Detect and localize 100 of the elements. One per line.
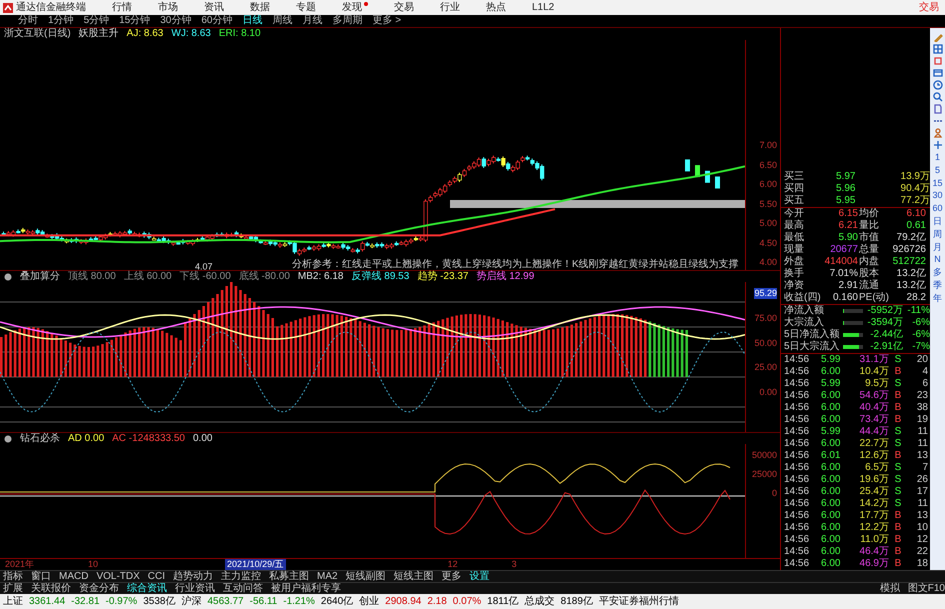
menu-item[interactable]: 行业 <box>440 2 460 14</box>
status-text: 上证 <box>3 596 23 608</box>
period-shortcut[interactable]: 1 <box>934 152 940 163</box>
period-tab[interactable]: 周线 <box>272 15 292 27</box>
menu-item[interactable]: 发现 <box>342 2 368 14</box>
person-icon[interactable] <box>932 128 942 138</box>
indicator-tab[interactable]: 私募主图 <box>269 570 310 582</box>
window-icon[interactable] <box>932 68 942 78</box>
period-shortcut[interactable]: 日 <box>933 216 942 227</box>
clock-icon[interactable] <box>932 80 942 90</box>
period-tab[interactable]: 5分钟 <box>84 15 110 27</box>
period-shortcut[interactable]: 年 <box>933 292 942 304</box>
tick-side: S <box>894 354 902 366</box>
tick-side: S <box>894 498 902 510</box>
menu-item[interactable]: 数据 <box>250 2 270 14</box>
period-shortcut[interactable]: 30 <box>932 190 942 202</box>
tick-price: 6.00 <box>821 546 842 558</box>
square-icon[interactable] <box>932 56 942 66</box>
move-icon[interactable] <box>932 140 942 150</box>
period-tab[interactable]: 15分钟 <box>119 15 150 27</box>
date-label: 2021年 <box>4 559 36 570</box>
tick-time: 14:56 <box>783 378 810 390</box>
grid-icon[interactable] <box>932 44 942 54</box>
indicator-tab[interactable]: 短线副图 <box>346 570 386 582</box>
tick-count: 19 <box>916 414 929 426</box>
indicator-tab[interactable]: MACD <box>59 570 88 582</box>
tick-time: 14:56 <box>783 426 810 438</box>
info-tab[interactable]: 综合资讯 <box>127 582 167 594</box>
indicator-tab[interactable]: 指标 <box>3 570 23 582</box>
menu-item[interactable]: 资讯 <box>204 2 224 14</box>
period-shortcut[interactable]: 5 <box>934 164 940 176</box>
stat-value: 414004 <box>824 256 859 268</box>
candlestick <box>685 159 690 172</box>
axis-label: 5.50 <box>759 198 777 210</box>
status-text: 8189亿 <box>560 596 593 608</box>
bid-label: 买五 <box>783 195 805 207</box>
menu-item[interactable]: 热点 <box>486 2 506 14</box>
tick-time: 14:56 <box>783 498 810 510</box>
indicator-tab[interactable]: 短线主图 <box>394 570 434 582</box>
search-icon[interactable] <box>932 92 942 102</box>
period-tab[interactable]: 月线 <box>302 15 322 27</box>
indicator-tab[interactable]: 设置 <box>470 570 490 582</box>
period-tab[interactable]: 60分钟 <box>201 15 232 27</box>
flow-value: -3594万 <box>866 317 903 329</box>
indicator-value: 下线 -60.00 <box>180 270 231 282</box>
indicator-tab[interactable]: 更多 <box>442 570 462 582</box>
menu-item[interactable]: L1L2 <box>532 2 554 14</box>
tick-side: S <box>894 426 902 438</box>
info-tab[interactable]: 扩展 <box>3 582 23 594</box>
info-tab[interactable]: 行业资讯 <box>175 582 215 594</box>
period-shortcut[interactable]: 15 <box>932 178 942 188</box>
tick-count: 17 <box>916 486 929 498</box>
stat-label: 流通 <box>859 280 880 292</box>
axis-label: 4.50 <box>759 238 777 248</box>
period-tab[interactable]: 更多 > <box>372 15 402 27</box>
period-tab[interactable]: 日线 <box>242 15 262 27</box>
pencil-icon[interactable] <box>932 32 942 42</box>
info-tab[interactable]: 互动问答 <box>223 582 263 594</box>
menu-item[interactable]: 交易 <box>394 2 414 14</box>
period-tab[interactable]: 分时 <box>18 15 38 27</box>
document-icon[interactable] <box>932 104 942 114</box>
period-tab[interactable]: 1分钟 <box>48 15 74 27</box>
period-shortcut[interactable]: 多 <box>933 267 942 278</box>
info-tab[interactable]: 关联报价 <box>31 582 71 594</box>
info-tab[interactable]: 图文F10 <box>908 582 945 594</box>
indicator-tab[interactable]: CCI <box>148 570 166 582</box>
tick-count: 13 <box>916 510 929 522</box>
stat-label: 最高 <box>783 220 805 232</box>
menu-item[interactable]: 专题 <box>296 2 316 14</box>
info-tab[interactable]: 资金分布 <box>79 582 119 594</box>
tick-side: B <box>894 402 902 414</box>
indicator-tab[interactable]: 趋势动力 <box>173 570 214 582</box>
stat-label: 均价 <box>859 208 880 220</box>
tick-side: B <box>894 390 902 402</box>
period-shortcut[interactable]: 季 <box>933 280 942 291</box>
indicator-tab[interactable]: 主力监控 <box>221 570 262 582</box>
period-tab[interactable]: 30分钟 <box>160 15 192 27</box>
tick-side: S <box>894 378 902 390</box>
indicator-tab[interactable]: 窗口 <box>31 570 51 582</box>
trade-link[interactable]: 交易 <box>919 2 939 14</box>
indicator-value: AJ: 8.63 <box>126 28 164 40</box>
info-tab[interactable]: 模拟 <box>880 582 900 594</box>
indicator-tab[interactable]: MA2 <box>317 570 338 582</box>
tick-time: 14:56 <box>783 534 810 546</box>
menu-item[interactable]: 市场 <box>158 2 178 14</box>
period-tab[interactable]: 多周期 <box>332 15 362 27</box>
tick-price: 6.00 <box>821 534 842 546</box>
tick-time: 14:56 <box>783 546 810 558</box>
period-shortcut[interactable]: 60 <box>932 203 942 214</box>
info-tab[interactable]: 被用户福利专享 <box>271 582 341 594</box>
indicator-value: AC -1248333.50 <box>112 432 185 444</box>
period-shortcut[interactable]: 月 <box>933 242 942 252</box>
period-shortcut[interactable]: N <box>934 254 941 266</box>
indicator-value: ERI: 8.10 <box>218 28 261 40</box>
stat-label: 外盘 <box>783 256 805 268</box>
menu-item[interactable]: 行情 <box>112 2 132 14</box>
status-text: -32.81 <box>71 596 100 608</box>
tick-time: 14:56 <box>783 462 810 474</box>
indicator-tab[interactable]: VOL-TDX <box>96 570 140 582</box>
period-shortcut[interactable]: 周 <box>933 228 942 240</box>
